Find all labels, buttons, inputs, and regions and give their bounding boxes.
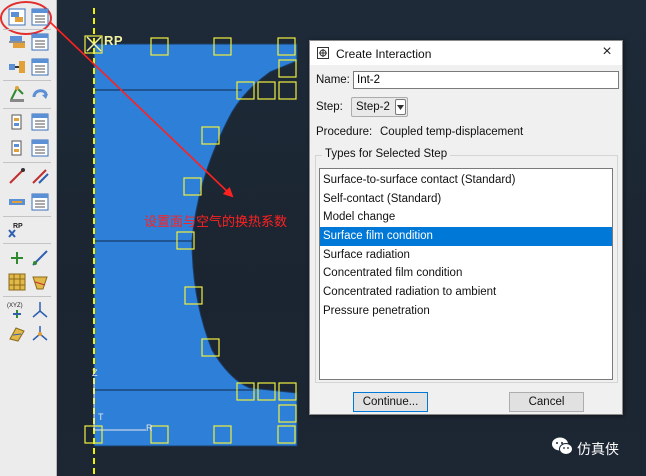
axis-z-label: Z	[92, 368, 98, 378]
watermark-text: 仿真侠	[577, 441, 619, 458]
list-item[interactable]: Concentrated film condition	[320, 264, 612, 283]
chevron-down-icon[interactable]	[395, 99, 406, 115]
axis-t-label: T	[98, 412, 104, 422]
list-item-selected[interactable]: Surface film condition	[320, 227, 612, 246]
step-select[interactable]: Step-2	[351, 97, 408, 117]
axis-r-label: R	[146, 423, 153, 433]
list-item[interactable]: Pressure penetration	[320, 302, 612, 321]
dialog-title: Create Interaction	[336, 47, 432, 61]
list-item[interactable]: Model change	[320, 208, 612, 227]
list-item[interactable]: Surface-to-surface contact (Standard)	[320, 171, 612, 190]
list-item[interactable]: Surface radiation	[320, 246, 612, 265]
create-interaction-dialog: Create Interaction × Name: Step: Step-2 …	[309, 40, 623, 415]
list-item[interactable]: Self-contact (Standard)	[320, 190, 612, 209]
name-input[interactable]	[353, 71, 619, 89]
watermark: 仿真侠	[551, 436, 619, 461]
abaqus-app-icon	[317, 47, 329, 62]
wechat-icon	[551, 436, 573, 461]
continue-button[interactable]: Continue...	[353, 392, 428, 412]
name-label: Name:	[316, 74, 350, 86]
close-icon[interactable]: ×	[598, 43, 616, 61]
procedure-value: Coupled temp-displacement	[380, 126, 524, 138]
dialog-titlebar[interactable]: Create Interaction ×	[310, 41, 622, 65]
list-item[interactable]: Concentrated radiation to ambient	[320, 283, 612, 302]
cancel-button[interactable]: Cancel	[509, 392, 584, 412]
part-body[interactable]	[93, 43, 298, 447]
step-label: Step:	[316, 101, 343, 113]
rp-label: RP	[104, 33, 124, 48]
types-legend: Types for Selected Step	[322, 148, 451, 160]
step-select-value: Step-2	[356, 101, 390, 113]
procedure-label: Procedure:	[316, 126, 373, 138]
annotation-text: 设置面与空气的换热系数	[144, 215, 288, 230]
interaction-types-list[interactable]: Surface-to-surface contact (Standard) Se…	[319, 168, 613, 380]
